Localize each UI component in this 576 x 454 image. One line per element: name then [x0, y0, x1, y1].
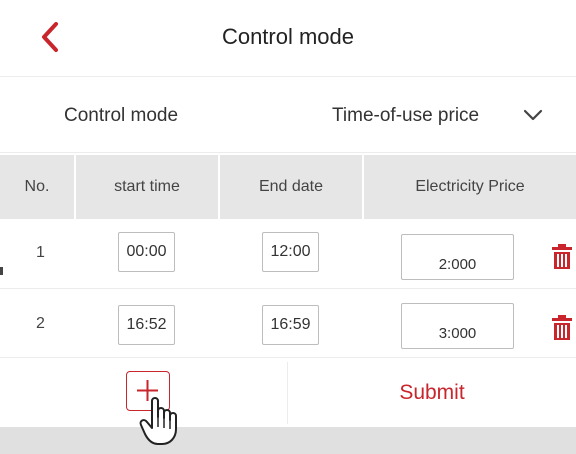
table-row: 2 16:52 16:59 3:000	[0, 289, 576, 358]
table-row: 1 00:00 12:00 2:000	[0, 220, 576, 289]
control-mode-row: Control mode Time-of-use price	[0, 78, 576, 153]
control-mode-select[interactable]: Time-of-use price	[330, 96, 570, 134]
price-input[interactable]: 3:000	[401, 303, 514, 349]
end-date-input[interactable]: 16:59	[262, 305, 319, 345]
trash-icon[interactable]	[551, 314, 573, 342]
column-header-electricity-price: Electricity Price	[415, 178, 525, 195]
submit-button[interactable]: Submit	[288, 358, 576, 428]
control-mode-value: Time-of-use price	[332, 105, 480, 126]
column-header-start-time: start time	[76, 155, 220, 219]
start-time-input[interactable]: 00:00	[118, 232, 175, 272]
page-title: Control mode	[221, 24, 355, 49]
bottom-action-bar: Submit	[0, 357, 576, 428]
table-header: No. start time End date Electricity Pric…	[0, 155, 576, 219]
column-header-end-date: End date	[220, 155, 364, 219]
trash-icon[interactable]	[551, 243, 573, 271]
app-header: Control mode	[0, 0, 576, 77]
start-time-input[interactable]: 16:52	[118, 305, 175, 345]
end-date-input[interactable]: 12:00	[262, 232, 319, 272]
row-number: 1	[36, 244, 45, 261]
hand-cursor-icon	[139, 397, 177, 445]
edge-mark	[0, 267, 3, 275]
footer-strip	[0, 427, 576, 454]
chevron-down-icon	[523, 109, 543, 121]
price-input[interactable]: 2:000	[401, 234, 514, 280]
row-number: 2	[36, 315, 45, 332]
control-mode-label: Control mode	[64, 105, 179, 126]
column-header-no: No.	[0, 155, 76, 219]
